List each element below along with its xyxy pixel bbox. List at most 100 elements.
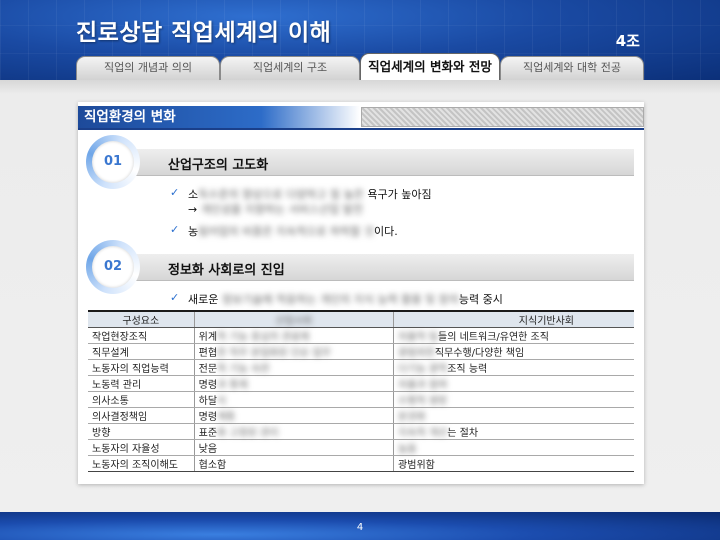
table-cell-industrial: 표준화 고정된 관리: [194, 423, 395, 440]
check-icon: ✓: [170, 223, 180, 236]
table-cell-component: 의사결정책임: [88, 407, 195, 424]
comparison-table: 구성요소 산업사회 지식기반사회 작업현장조직 위계적 기능 중심의 관료제 자율적…: [88, 310, 634, 472]
cell-text-blurred: 식: [217, 396, 227, 407]
item-01-bullet-1-line2: → 개인성을 지향하는 서비스산업 발전: [188, 201, 363, 217]
slide-footer: 4: [0, 512, 720, 540]
check-icon: ✓: [170, 186, 180, 199]
arrow-glyph: →: [188, 203, 198, 216]
table-cell-component: 노동자의 자율성: [88, 439, 195, 456]
bullet-text-start: 소: [188, 188, 199, 201]
table-cell-industrial: 낮음: [194, 439, 395, 456]
cell-text: 협소함: [198, 460, 227, 471]
table-header-cell: 지식기반사회: [393, 310, 634, 328]
item-02-number: 02: [92, 246, 134, 288]
table-cell-component: 노동력 관리: [88, 375, 195, 392]
table-header-row: 구성요소 산업사회 지식기반사회: [88, 310, 634, 328]
cell-text: 노동자의 직업능력: [92, 364, 169, 375]
bullet-text-start: 새로운: [188, 293, 219, 306]
bullet-text-blurred: 득수준의 향상으로 다양하고 질 높은: [198, 188, 364, 201]
cell-text: 의사소통: [92, 396, 129, 407]
table-cell-component: 의사소통: [88, 391, 195, 408]
table-cell-component: 노동자의 직업능력: [88, 359, 195, 376]
slide-title: 진로상담 직업세계의 이해: [76, 20, 332, 46]
section-title: 직업환경의 변화: [78, 106, 360, 128]
cell-text-blurred: 광범위한: [398, 348, 435, 359]
table-header-cell-blurred: 산업사회: [194, 310, 395, 328]
bullet-text-end: 능력 중시: [458, 293, 503, 306]
item-01-bullet-1: 소득수준의 향상으로 다양하고 질 높은 욕구가 높아짐: [188, 186, 432, 202]
table-cell-industrial: 협소함: [194, 455, 395, 472]
cell-text: 들의 네트워크/유연한 조직: [438, 332, 549, 343]
table-row: 노동자의 자율성 낮음 높음: [88, 439, 634, 456]
tab-job-change[interactable]: 직업세계의 변화와 전망: [360, 53, 500, 81]
table-row: 노동자의 직업능력 전문적 기능 숙련 다기능 광역조직 능력: [88, 359, 634, 376]
table-cell-industrial: 위계적 기능 중심의 관료제: [194, 327, 395, 344]
table-row: 의사소통 하달식 수평적 쌍방: [88, 391, 634, 408]
table-cell-knowledge: 다기능 광역조직 능력: [393, 359, 634, 376]
cell-text-blurred: 다기능 광역: [398, 364, 448, 375]
table-cell-knowledge: 분권화: [393, 407, 634, 424]
tab-job-major[interactable]: 직업세계와 대학 전공: [500, 56, 644, 80]
table-cell-industrial: 명령계통: [194, 407, 395, 424]
table-cell-industrial: 편협한 직무 분업화된 단순 업무: [194, 343, 395, 360]
cell-text-blurred: 한 직무 분업화된 단순 업무: [217, 348, 331, 359]
table-header-cell: 구성요소: [88, 310, 195, 328]
tab-job-concept[interactable]: 직업의 개념과 의의: [76, 56, 220, 80]
table-row: 노동자의 조직이해도 협소함 광범위함: [88, 455, 634, 472]
cell-text-blurred: 적 기능 중심의 관료제: [217, 332, 310, 343]
table-cell-knowledge: 높음: [393, 439, 634, 456]
cell-text: 방향: [92, 428, 111, 439]
cell-text-blurred: 과 통제: [217, 380, 248, 391]
cell-text: 위계: [198, 332, 218, 343]
table-row: 직무설계 편협한 직무 분업화된 단순 업무 광범위한직무수행/다양한 책임: [88, 343, 634, 360]
cell-text: 는 절차: [447, 428, 479, 439]
cell-text-blurred: 자율과 참여: [398, 380, 448, 391]
cell-text: 명령: [198, 412, 218, 423]
section-header: 직업환경의 변화: [78, 106, 644, 130]
bullet-text-end: 욕구가 높아짐: [363, 188, 432, 201]
blurred-header-text: 산업사회: [275, 316, 313, 327]
cell-text-blurred: 자율적 팀: [398, 332, 439, 343]
table-cell-industrial: 전문적 기능 숙련: [194, 359, 395, 376]
item-01-bullet-2: 농림어업의 비중은 지속적으로 하락할 것이다.: [188, 223, 398, 239]
cell-text: 직무설계: [92, 348, 129, 359]
cell-text: 편협: [198, 348, 218, 359]
table-row: 의사결정책임 명령계통 분권화: [88, 407, 634, 424]
team-label: 4조: [615, 32, 640, 50]
item-02-title: 정보화 사회로의 진입: [168, 263, 285, 278]
cell-text-blurred: 높음: [398, 444, 417, 455]
table-cell-industrial: 명령과 통제: [194, 375, 395, 392]
bullet-text-start: 농: [188, 225, 199, 238]
tab-job-structure[interactable]: 직업세계의 구조: [220, 56, 360, 80]
cell-text-blurred: 계통: [217, 412, 236, 423]
table-cell-knowledge: 광범위한직무수행/다양한 책임: [393, 343, 634, 360]
cell-text: 노동력 관리: [92, 380, 142, 391]
cell-text: 명령: [198, 380, 218, 391]
bullet-text-blurred: 림어업의 비중은 지속적으로 하락할 것: [198, 225, 375, 238]
item-01-number: 01: [92, 141, 134, 183]
section-pattern: [361, 107, 644, 127]
cell-text: 작업현장조직: [92, 332, 148, 343]
item-02-number-badge: 02: [86, 240, 140, 294]
item-01-number-badge: 01: [86, 135, 140, 189]
cell-text-blurred: 적 기능 숙련: [217, 364, 270, 375]
cell-text: 노동자의 조직이해도: [92, 460, 178, 471]
table-cell-knowledge: 자율적 팀들의 네트워크/유연한 조직: [393, 327, 634, 344]
cell-text: 노동자의 자율성: [92, 444, 160, 455]
table-row: 방향 표준화 고정된 관리 지속적 개선는 절차: [88, 423, 634, 440]
cell-text: 전문: [198, 364, 218, 375]
table-cell-component: 작업현장조직: [88, 327, 195, 344]
table-row: 노동력 관리 명령과 통제 자율과 참여: [88, 375, 634, 392]
bullet-text-end: 이다.: [374, 225, 398, 238]
bullet-text-blurred: 정보기술에 적응하는 개인의 지식 능력 활용 및 창의: [218, 293, 459, 306]
cell-text: 조직 능력: [447, 364, 488, 375]
cell-text-blurred: 지속적 개선: [398, 428, 448, 439]
table-cell-knowledge: 광범위함: [393, 455, 634, 472]
table-cell-knowledge: 지속적 개선는 절차: [393, 423, 634, 440]
table-cell-component: 방향: [88, 423, 195, 440]
cell-text-blurred: 분권화: [398, 412, 426, 423]
table-cell-component: 노동자의 조직이해도: [88, 455, 195, 472]
cell-text-blurred: 수평적 쌍방: [398, 396, 448, 407]
cell-text: 하달: [198, 396, 218, 407]
bullet-text-blurred: 개인성을 지향하는 서비스산업 발전: [197, 203, 364, 216]
